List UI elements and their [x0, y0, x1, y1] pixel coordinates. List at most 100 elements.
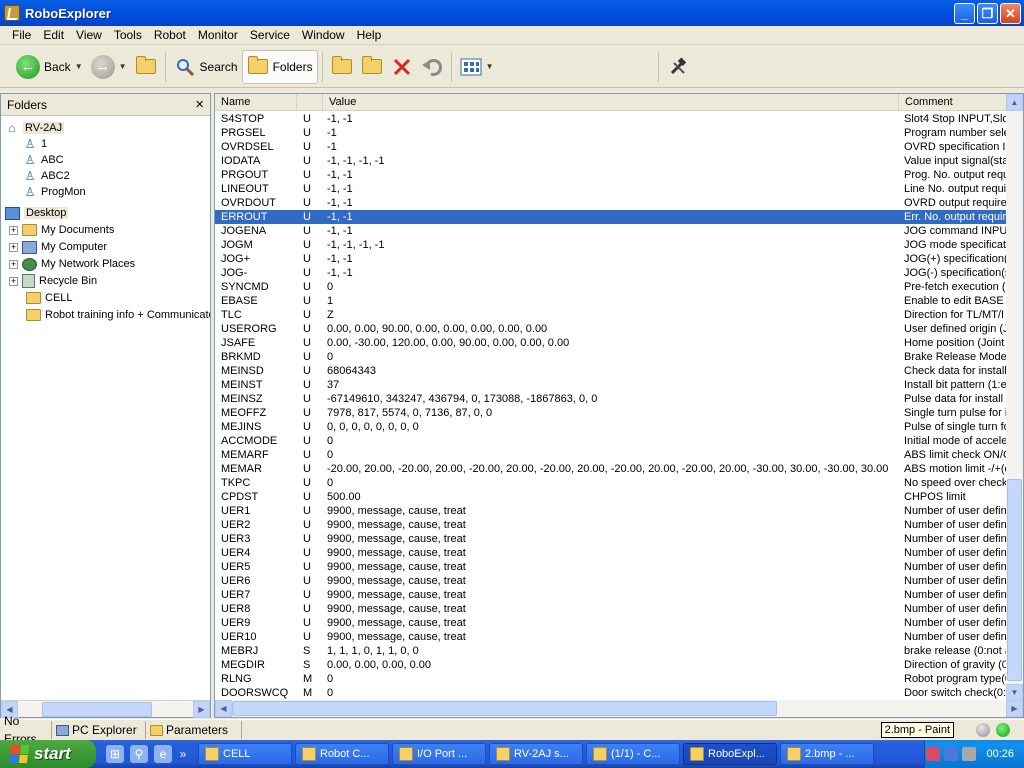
- table-row[interactable]: S4STOP U -1, -1 Slot4 Stop INPUT,Slo: [215, 112, 1009, 126]
- tree-item-cell[interactable]: CELL: [26, 290, 73, 306]
- table-row[interactable]: MEINSD U 68064343 Check data for install: [215, 364, 1009, 378]
- tree-item-robot-progmon[interactable]: ♙ ProgMon: [23, 184, 86, 200]
- column-header-name[interactable]: Name: [215, 94, 297, 111]
- menu-view[interactable]: View: [70, 26, 108, 45]
- menu-service[interactable]: Service: [244, 26, 296, 45]
- expand-icon[interactable]: +: [9, 276, 18, 286]
- menu-robot[interactable]: Robot: [148, 26, 192, 45]
- table-row[interactable]: ERROUT U -1, -1 Err. No. output require: [215, 210, 1009, 224]
- table-row[interactable]: MEOFFZ U 7978, 817, 5574, 0, 7136, 87, 0, …: [215, 406, 1009, 420]
- taskbar-task-button[interactable]: 2.bmp - ...: [780, 743, 874, 765]
- table-row[interactable]: CPDST U 500.00 CHPOS limit: [215, 490, 1009, 504]
- tree-item-my-network-places[interactable]: + My Network Places: [9, 256, 135, 272]
- table-row[interactable]: MEMAR U -20.00, 20.00, -20.00, 20.00, -20.…: [215, 462, 1009, 476]
- table-row[interactable]: SYNCMD U 0 Pre-fetch execution (: [215, 280, 1009, 294]
- menu-file[interactable]: File: [6, 26, 37, 45]
- table-row[interactable]: ACCMODE U 0 Initial mode of accele: [215, 434, 1009, 448]
- scroll-down-icon[interactable]: ▼: [1006, 684, 1023, 701]
- forward-dropdown-icon[interactable]: ▼: [119, 62, 127, 71]
- taskbar-task-button[interactable]: RoboExpl...: [683, 743, 777, 765]
- taskbar-task-button[interactable]: (1/1) - C...: [586, 743, 680, 765]
- folders-button[interactable]: Folders: [241, 49, 318, 84]
- scroll-left-icon[interactable]: ◀: [215, 700, 232, 717]
- table-row[interactable]: UER4 U 9900, message, cause, treat Number o…: [215, 546, 1009, 560]
- table-row[interactable]: UER5 U 9900, message, cause, treat Number o…: [215, 560, 1009, 574]
- tray-volume-icon[interactable]: [962, 747, 977, 761]
- menu-help[interactable]: Help: [351, 26, 388, 45]
- table-row[interactable]: JOGENA U -1, -1 JOG command INPUT: [215, 224, 1009, 238]
- table-row[interactable]: OVRDOUT U -1, -1 OVRD output requirer: [215, 196, 1009, 210]
- tree-item-robot-abc[interactable]: ♙ ABC: [23, 152, 64, 168]
- taskbar-task-button[interactable]: Robot C...: [295, 743, 389, 765]
- search-button[interactable]: Search: [170, 50, 242, 84]
- table-row[interactable]: UER6 U 9900, message, cause, treat Number o…: [215, 574, 1009, 588]
- table-row[interactable]: UER3 U 9900, message, cause, treat Number o…: [215, 532, 1009, 546]
- list-horizontal-scrollbar[interactable]: ◀ ▶: [215, 700, 1023, 717]
- table-row[interactable]: UER8 U 9900, message, cause, treat Number o…: [215, 602, 1009, 616]
- scroll-up-icon[interactable]: ▲: [1006, 94, 1023, 111]
- views-dropdown-icon[interactable]: ▼: [486, 62, 494, 71]
- tree-item-desktop[interactable]: Desktop: [5, 205, 69, 221]
- table-row[interactable]: UER9 U 9900, message, cause, treat Number o…: [215, 616, 1009, 630]
- column-header-value[interactable]: Value: [323, 94, 899, 111]
- table-row[interactable]: UER1 U 9900, message, cause, treat Number o…: [215, 504, 1009, 518]
- taskbar-task-button[interactable]: I/O Port ...: [392, 743, 486, 765]
- table-row[interactable]: MEGDIR S 0.00, 0.00, 0.00, 0.00 Direction o…: [215, 658, 1009, 672]
- quick-launch-explorer-icon[interactable]: ⊞: [106, 745, 124, 763]
- scroll-thumb[interactable]: [232, 701, 777, 716]
- copy-to-button[interactable]: [357, 50, 387, 84]
- status-pc-explorer[interactable]: PC Explorer: [52, 721, 146, 739]
- table-row[interactable]: EBASE U 1 Enable to edit BASE p: [215, 294, 1009, 308]
- taskbar-task-button[interactable]: CELL: [198, 743, 292, 765]
- minimize-button[interactable]: _: [954, 3, 975, 24]
- table-row[interactable]: UER7 U 9900, message, cause, treat Number o…: [215, 588, 1009, 602]
- scroll-thumb[interactable]: [42, 701, 152, 717]
- start-button[interactable]: start: [0, 740, 96, 768]
- quick-launch-app-icon[interactable]: ⚲: [130, 745, 148, 763]
- table-row[interactable]: IODATA U -1, -1, -1, -1 Value input signal(…: [215, 154, 1009, 168]
- table-row[interactable]: TLC U Z Direction for TL/MT/I: [215, 308, 1009, 322]
- menu-window[interactable]: Window: [296, 26, 351, 45]
- quick-launch-ie-icon[interactable]: e: [154, 745, 172, 763]
- tree-item-recycle-bin[interactable]: + Recycle Bin: [9, 273, 97, 289]
- tray-network-icon[interactable]: [944, 747, 959, 761]
- tree-item-robot-abc2[interactable]: ♙ ABC2: [23, 168, 70, 184]
- column-header-type[interactable]: [297, 94, 323, 111]
- tree-item-robot-1[interactable]: ♙ 1: [23, 136, 48, 152]
- title-bar[interactable]: RoboExplorer _ ❐ ✕: [0, 0, 1024, 26]
- expand-icon[interactable]: +: [9, 225, 18, 235]
- table-row[interactable]: MEINSZ U -67149610, 343247, 436794, 0, 173…: [215, 392, 1009, 406]
- table-row[interactable]: JOG+ U -1, -1 JOG(+) specification(s: [215, 252, 1009, 266]
- tools-button[interactable]: [663, 50, 693, 84]
- menu-edit[interactable]: Edit: [37, 26, 70, 45]
- column-header-comment[interactable]: Comment: [899, 94, 1009, 111]
- table-row[interactable]: MEINST U 37 Install bit pattern (1:er: [215, 378, 1009, 392]
- undo-button[interactable]: [417, 50, 447, 84]
- menu-tools[interactable]: Tools: [108, 26, 148, 45]
- restore-button[interactable]: ❐: [977, 3, 998, 24]
- table-row[interactable]: RLNG M 0 Robot program type(0: [215, 672, 1009, 686]
- back-dropdown-icon[interactable]: ▼: [75, 62, 83, 71]
- back-button[interactable]: ← Back ▼: [12, 50, 87, 84]
- up-folder-button[interactable]: [131, 50, 161, 84]
- taskbar-task-button[interactable]: RV-2AJ s...: [489, 743, 583, 765]
- list-vertical-scrollbar[interactable]: ▲ ▼: [1006, 94, 1023, 701]
- tree-item-robot-root[interactable]: ⌂ RV-2AJ: [5, 120, 65, 136]
- table-row[interactable]: LINEOUT U -1, -1 Line No. output requir: [215, 182, 1009, 196]
- close-button[interactable]: ✕: [1000, 3, 1021, 24]
- tree-item-my-computer[interactable]: + My Computer: [9, 239, 107, 255]
- table-row[interactable]: MEJINS U 0, 0, 0, 0, 0, 0, 0, 0 Pulse of si…: [215, 420, 1009, 434]
- move-to-button[interactable]: [327, 50, 357, 84]
- table-row[interactable]: MEBRJ S 1, 1, 1, 0, 1, 1, 0, 0 brake releas…: [215, 644, 1009, 658]
- scroll-right-icon[interactable]: ▶: [193, 700, 210, 718]
- table-row[interactable]: BRKMD U 0 Brake Release Mode: [215, 350, 1009, 364]
- table-row[interactable]: OVRDSEL U -1 OVRD specification II: [215, 140, 1009, 154]
- table-row[interactable]: JOGM U -1, -1, -1, -1 JOG mode specificati: [215, 238, 1009, 252]
- scroll-right-icon[interactable]: ▶: [1006, 700, 1023, 717]
- clock[interactable]: 00:26: [986, 748, 1014, 760]
- table-row[interactable]: MEMARF U 0 ABS limit check ON/O: [215, 448, 1009, 462]
- tray-app-icon[interactable]: [926, 747, 941, 761]
- expand-icon[interactable]: +: [9, 259, 18, 269]
- tree-item-my-documents[interactable]: + My Documents: [9, 222, 114, 238]
- table-row[interactable]: PRGOUT U -1, -1 Prog. No. output requ: [215, 168, 1009, 182]
